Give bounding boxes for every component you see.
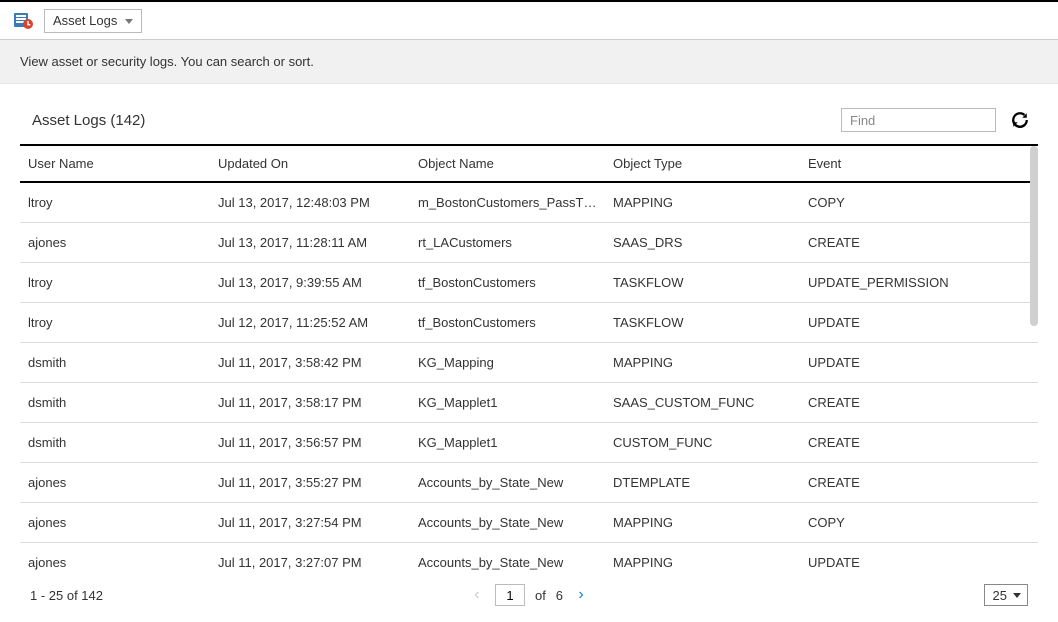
cell-type: CUSTOM_FUNC bbox=[605, 423, 800, 463]
cell-user: ltroy bbox=[20, 263, 210, 303]
log-type-dropdown[interactable]: Asset Logs bbox=[44, 9, 142, 33]
panel-actions bbox=[841, 108, 1030, 132]
table-scroll-area[interactable]: User Name Updated On Object Name Object … bbox=[20, 144, 1038, 572]
cell-updated: Jul 13, 2017, 9:39:55 AM bbox=[210, 263, 410, 303]
page-size-dropdown[interactable]: 25 bbox=[984, 584, 1028, 606]
table-row[interactable]: ajonesJul 11, 2017, 3:55:27 PMAccounts_b… bbox=[20, 463, 1038, 503]
cell-updated: Jul 11, 2017, 3:27:54 PM bbox=[210, 503, 410, 543]
col-header-event[interactable]: Event bbox=[800, 146, 1038, 182]
cell-event: COPY bbox=[800, 182, 1038, 223]
cell-user: dsmith bbox=[20, 423, 210, 463]
cell-object: KG_Mapping bbox=[410, 343, 605, 383]
log-type-selected: Asset Logs bbox=[53, 13, 117, 28]
cell-type: MAPPING bbox=[605, 182, 800, 223]
cell-event: CREATE bbox=[800, 423, 1038, 463]
table-row[interactable]: dsmithJul 11, 2017, 3:56:57 PMKG_Mapplet… bbox=[20, 423, 1038, 463]
cell-event: UPDATE bbox=[800, 343, 1038, 383]
cell-object: Accounts_by_State_New bbox=[410, 463, 605, 503]
cell-user: ajones bbox=[20, 463, 210, 503]
col-header-type[interactable]: Object Type bbox=[605, 146, 800, 182]
pager-total-pages: 6 bbox=[556, 588, 563, 603]
cell-updated: Jul 12, 2017, 11:25:52 AM bbox=[210, 303, 410, 343]
cell-user: dsmith bbox=[20, 343, 210, 383]
cell-object: Accounts_by_State_New bbox=[410, 503, 605, 543]
cell-user: ajones bbox=[20, 223, 210, 263]
table-row[interactable]: ltroyJul 13, 2017, 12:48:03 PMm_BostonCu… bbox=[20, 182, 1038, 223]
cell-object: Accounts_by_State_New bbox=[410, 543, 605, 573]
table-row[interactable]: dsmithJul 11, 2017, 3:58:42 PMKG_Mapping… bbox=[20, 343, 1038, 383]
cell-type: SAAS_CUSTOM_FUNC bbox=[605, 383, 800, 423]
table-row[interactable]: ajonesJul 13, 2017, 11:28:11 AMrt_LACust… bbox=[20, 223, 1038, 263]
cell-updated: Jul 13, 2017, 12:48:03 PM bbox=[210, 182, 410, 223]
cell-type: MAPPING bbox=[605, 503, 800, 543]
panel-title: Asset Logs (142) bbox=[28, 112, 145, 129]
cell-type: TASKFLOW bbox=[605, 303, 800, 343]
asset-logs-icon bbox=[14, 12, 36, 30]
cell-updated: Jul 13, 2017, 11:28:11 AM bbox=[210, 223, 410, 263]
pager-controls: ‹ of 6 › bbox=[469, 584, 589, 606]
cell-updated: Jul 11, 2017, 3:56:57 PM bbox=[210, 423, 410, 463]
pager: 1 - 25 of 142 ‹ of 6 › 25 bbox=[20, 572, 1038, 616]
refresh-button[interactable] bbox=[1010, 110, 1030, 130]
sub-header-text: View asset or security logs. You can sea… bbox=[0, 40, 1058, 84]
logs-table: User Name Updated On Object Name Object … bbox=[20, 146, 1038, 572]
cell-event: COPY bbox=[800, 503, 1038, 543]
cell-event: UPDATE bbox=[800, 543, 1038, 573]
cell-event: CREATE bbox=[800, 383, 1038, 423]
pager-range-text: 1 - 25 of 142 bbox=[30, 588, 103, 603]
cell-object: tf_BostonCustomers bbox=[410, 303, 605, 343]
table-row[interactable]: ajonesJul 11, 2017, 3:27:07 PMAccounts_b… bbox=[20, 543, 1038, 573]
cell-object: m_BostonCustomers_PassThru bbox=[410, 182, 605, 223]
table-header-row: User Name Updated On Object Name Object … bbox=[20, 146, 1038, 182]
cell-type: TASKFLOW bbox=[605, 263, 800, 303]
next-page-button[interactable]: › bbox=[573, 586, 589, 604]
page-size-value: 25 bbox=[993, 588, 1007, 603]
col-header-user[interactable]: User Name bbox=[20, 146, 210, 182]
toolbar: Asset Logs bbox=[0, 2, 1058, 40]
cell-updated: Jul 11, 2017, 3:58:17 PM bbox=[210, 383, 410, 423]
cell-user: ltroy bbox=[20, 303, 210, 343]
cell-type: SAAS_DRS bbox=[605, 223, 800, 263]
find-input[interactable] bbox=[841, 108, 996, 132]
cell-event: CREATE bbox=[800, 463, 1038, 503]
cell-user: dsmith bbox=[20, 383, 210, 423]
col-header-object[interactable]: Object Name bbox=[410, 146, 605, 182]
cell-event: UPDATE_PERMISSION bbox=[800, 263, 1038, 303]
table-row[interactable]: ajonesJul 11, 2017, 3:27:54 PMAccounts_b… bbox=[20, 503, 1038, 543]
cell-type: MAPPING bbox=[605, 543, 800, 573]
logs-panel: Asset Logs (142) User Name Updated O bbox=[20, 98, 1038, 616]
cell-object: KG_Mapplet1 bbox=[410, 423, 605, 463]
cell-updated: Jul 11, 2017, 3:55:27 PM bbox=[210, 463, 410, 503]
table-row[interactable]: ltroyJul 12, 2017, 11:25:52 AMtf_BostonC… bbox=[20, 303, 1038, 343]
cell-updated: Jul 11, 2017, 3:58:42 PM bbox=[210, 343, 410, 383]
cell-object: rt_LACustomers bbox=[410, 223, 605, 263]
table-row[interactable]: ltroyJul 13, 2017, 9:39:55 AMtf_BostonCu… bbox=[20, 263, 1038, 303]
cell-object: KG_Mapplet1 bbox=[410, 383, 605, 423]
cell-object: tf_BostonCustomers bbox=[410, 263, 605, 303]
panel-header: Asset Logs (142) bbox=[20, 98, 1038, 144]
refresh-icon bbox=[1011, 111, 1029, 129]
pager-of-label: of bbox=[535, 588, 546, 603]
cell-user: ajones bbox=[20, 503, 210, 543]
cell-type: DTEMPLATE bbox=[605, 463, 800, 503]
cell-event: CREATE bbox=[800, 223, 1038, 263]
current-page-input[interactable] bbox=[495, 584, 525, 606]
cell-updated: Jul 11, 2017, 3:27:07 PM bbox=[210, 543, 410, 573]
cell-event: UPDATE bbox=[800, 303, 1038, 343]
col-header-updated[interactable]: Updated On bbox=[210, 146, 410, 182]
table-row[interactable]: dsmithJul 11, 2017, 3:58:17 PMKG_Mapplet… bbox=[20, 383, 1038, 423]
scrollbar-thumb[interactable] bbox=[1030, 146, 1038, 326]
cell-user: ajones bbox=[20, 543, 210, 573]
cell-user: ltroy bbox=[20, 182, 210, 223]
cell-type: MAPPING bbox=[605, 343, 800, 383]
prev-page-button[interactable]: ‹ bbox=[469, 586, 485, 604]
